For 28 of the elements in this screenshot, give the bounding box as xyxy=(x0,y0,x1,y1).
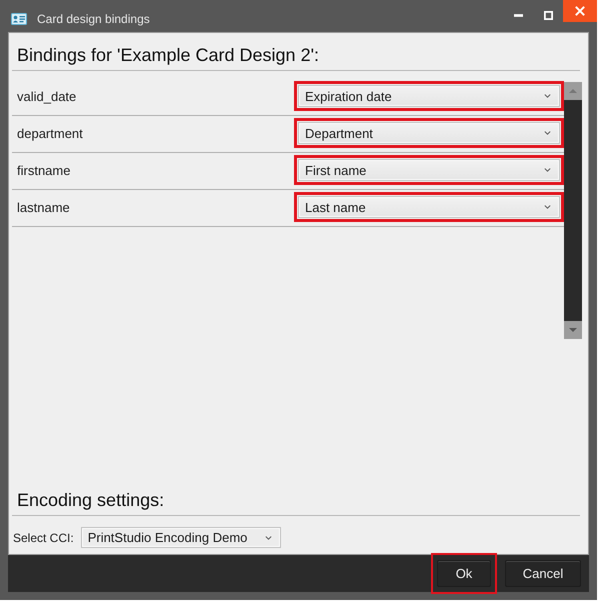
minimize-icon xyxy=(514,14,522,16)
dropdown[interactable]: First name xyxy=(298,159,560,181)
close-icon xyxy=(575,6,585,16)
dropdown[interactable]: Department xyxy=(298,122,560,144)
down-arrow-icon xyxy=(569,328,577,332)
maximize-icon xyxy=(544,10,552,20)
dropdown[interactable]: Last name xyxy=(298,196,560,218)
field-name: valid_date xyxy=(16,88,76,104)
chevron-icon xyxy=(544,131,551,135)
section-heading: Bindings for 'Example Card Design 2': xyxy=(16,44,320,67)
chevron-icon xyxy=(544,205,551,209)
field-name: department xyxy=(16,125,83,141)
dropdown[interactable]: Expiration date xyxy=(298,85,560,107)
field-name: firstname xyxy=(16,162,70,178)
chevron-icon xyxy=(264,536,272,540)
chevron-icon xyxy=(544,94,551,98)
close-button[interactable] xyxy=(563,0,597,22)
up-arrow-icon xyxy=(569,89,577,93)
window-title: Card design bindings xyxy=(37,12,150,26)
scroll-down-button[interactable] xyxy=(564,321,582,339)
chevron-icon xyxy=(544,168,551,172)
field-label: Select CCI: xyxy=(13,530,74,544)
dropdown[interactable]: PrintStudio Encoding Demo xyxy=(80,527,281,548)
ok-button[interactable]: Ok xyxy=(437,560,491,587)
cancel-button[interactable]: Cancel xyxy=(505,560,581,587)
section-heading: Encoding settings: xyxy=(16,489,166,512)
field-name: lastname xyxy=(16,199,70,215)
id-card-icon xyxy=(11,13,27,25)
